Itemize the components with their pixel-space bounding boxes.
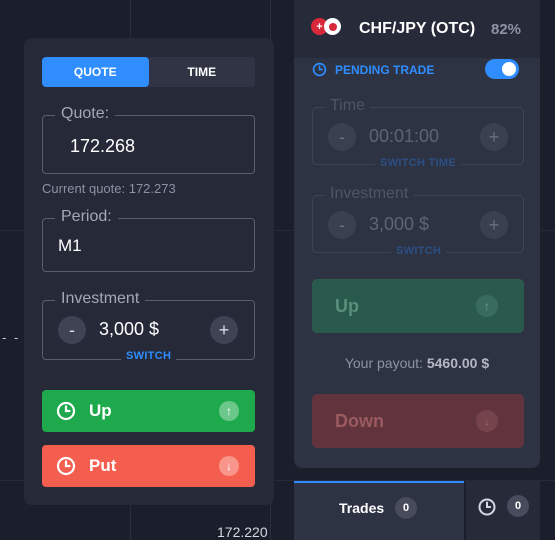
time-legend: Time <box>325 97 370 115</box>
trades-count-badge: 0 <box>395 497 417 519</box>
time-plus-button[interactable]: + <box>480 123 508 151</box>
down-button-label: Down <box>335 411 384 431</box>
tab-trades[interactable]: Trades 0 <box>294 481 464 540</box>
quote-input[interactable]: 172.268 <box>70 136 135 157</box>
current-quote-text: Current quote: 172.273 <box>42 181 176 196</box>
arrow-down-icon: ↓ <box>219 456 239 476</box>
period-legend: Period: <box>55 208 118 226</box>
clock-icon <box>56 456 76 476</box>
payout-text: Your payout: 5460.00 $ <box>294 355 540 371</box>
asset-payout-percent: 82% <box>491 21 522 38</box>
investment-legend: Investment <box>325 185 414 203</box>
mode-tabs: QUOTE TIME <box>42 57 255 87</box>
clock-icon <box>56 401 76 421</box>
put-button-label: Put <box>89 456 117 475</box>
investment-switch-link[interactable]: SWITCH <box>121 350 177 362</box>
investment-field-disabled: Investment - 3,000 $ + SWITCH <box>312 185 524 257</box>
jpy-flag-icon <box>324 18 341 35</box>
tab-quote[interactable]: QUOTE <box>42 57 149 87</box>
payout-value: 5460.00 $ <box>426 355 490 371</box>
tab-time[interactable]: TIME <box>149 57 256 87</box>
arrow-up-icon: ↑ <box>476 295 498 317</box>
up-button[interactable]: Up ↑ <box>42 390 255 432</box>
pending-trade-row: PENDING TRADE <box>294 58 540 84</box>
investment-plus-button[interactable]: + <box>210 316 238 344</box>
period-field[interactable]: Period: M1 <box>42 208 255 272</box>
up-button-label: Up <box>335 296 359 316</box>
chart-dash-mark: - - <box>2 330 21 345</box>
pending-order-panel: QUOTE TIME Quote: 172.268 Current quote:… <box>24 38 274 505</box>
period-input[interactable]: M1 <box>58 236 82 256</box>
investment-input[interactable]: 3,000 $ <box>369 214 429 235</box>
quote-field[interactable]: Quote: 172.268 <box>42 105 255 174</box>
investment-minus-button[interactable]: - <box>328 211 356 239</box>
clock-icon <box>478 498 496 516</box>
pending-trade-label: PENDING TRADE <box>335 63 435 77</box>
investment-input[interactable]: 3,000 $ <box>99 319 159 340</box>
arrow-down-icon: ↓ <box>476 410 498 432</box>
payout-prefix: Your payout: <box>344 355 423 371</box>
down-button-disabled[interactable]: Down ↓ <box>312 394 524 448</box>
price-axis-label: 172.220 <box>217 524 268 540</box>
asset-name: CHF/JPY (OTC) <box>359 20 476 37</box>
time-field: Time - 00:01:00 + SWITCH TIME <box>312 97 524 169</box>
tab-pending-trades[interactable]: 0 <box>466 481 540 540</box>
arrow-up-icon: ↑ <box>219 401 239 421</box>
pending-trade-toggle[interactable] <box>485 59 519 79</box>
quote-legend: Quote: <box>55 105 116 123</box>
pending-count-badge: 0 <box>507 495 529 517</box>
investment-switch-link[interactable]: SWITCH <box>391 245 447 257</box>
put-button[interactable]: Put ↓ <box>42 445 255 487</box>
investment-field: Investment - 3,000 $ + SWITCH <box>42 290 255 362</box>
investment-plus-button[interactable]: + <box>480 211 508 239</box>
up-button-disabled[interactable]: Up ↑ <box>312 279 524 333</box>
asset-selector[interactable]: + CHF/JPY (OTC) 82% <box>294 0 540 58</box>
time-minus-button[interactable]: - <box>328 123 356 151</box>
trades-tab-label: Trades <box>339 500 385 516</box>
time-input[interactable]: 00:01:00 <box>369 126 439 147</box>
investment-minus-button[interactable]: - <box>58 316 86 344</box>
switch-time-link[interactable]: SWITCH TIME <box>375 157 462 169</box>
clock-icon <box>312 62 327 77</box>
up-button-label: Up <box>89 401 112 420</box>
trade-panel: + CHF/JPY (OTC) 82% PENDING TRADE Time -… <box>294 0 540 468</box>
investment-legend: Investment <box>55 290 146 308</box>
